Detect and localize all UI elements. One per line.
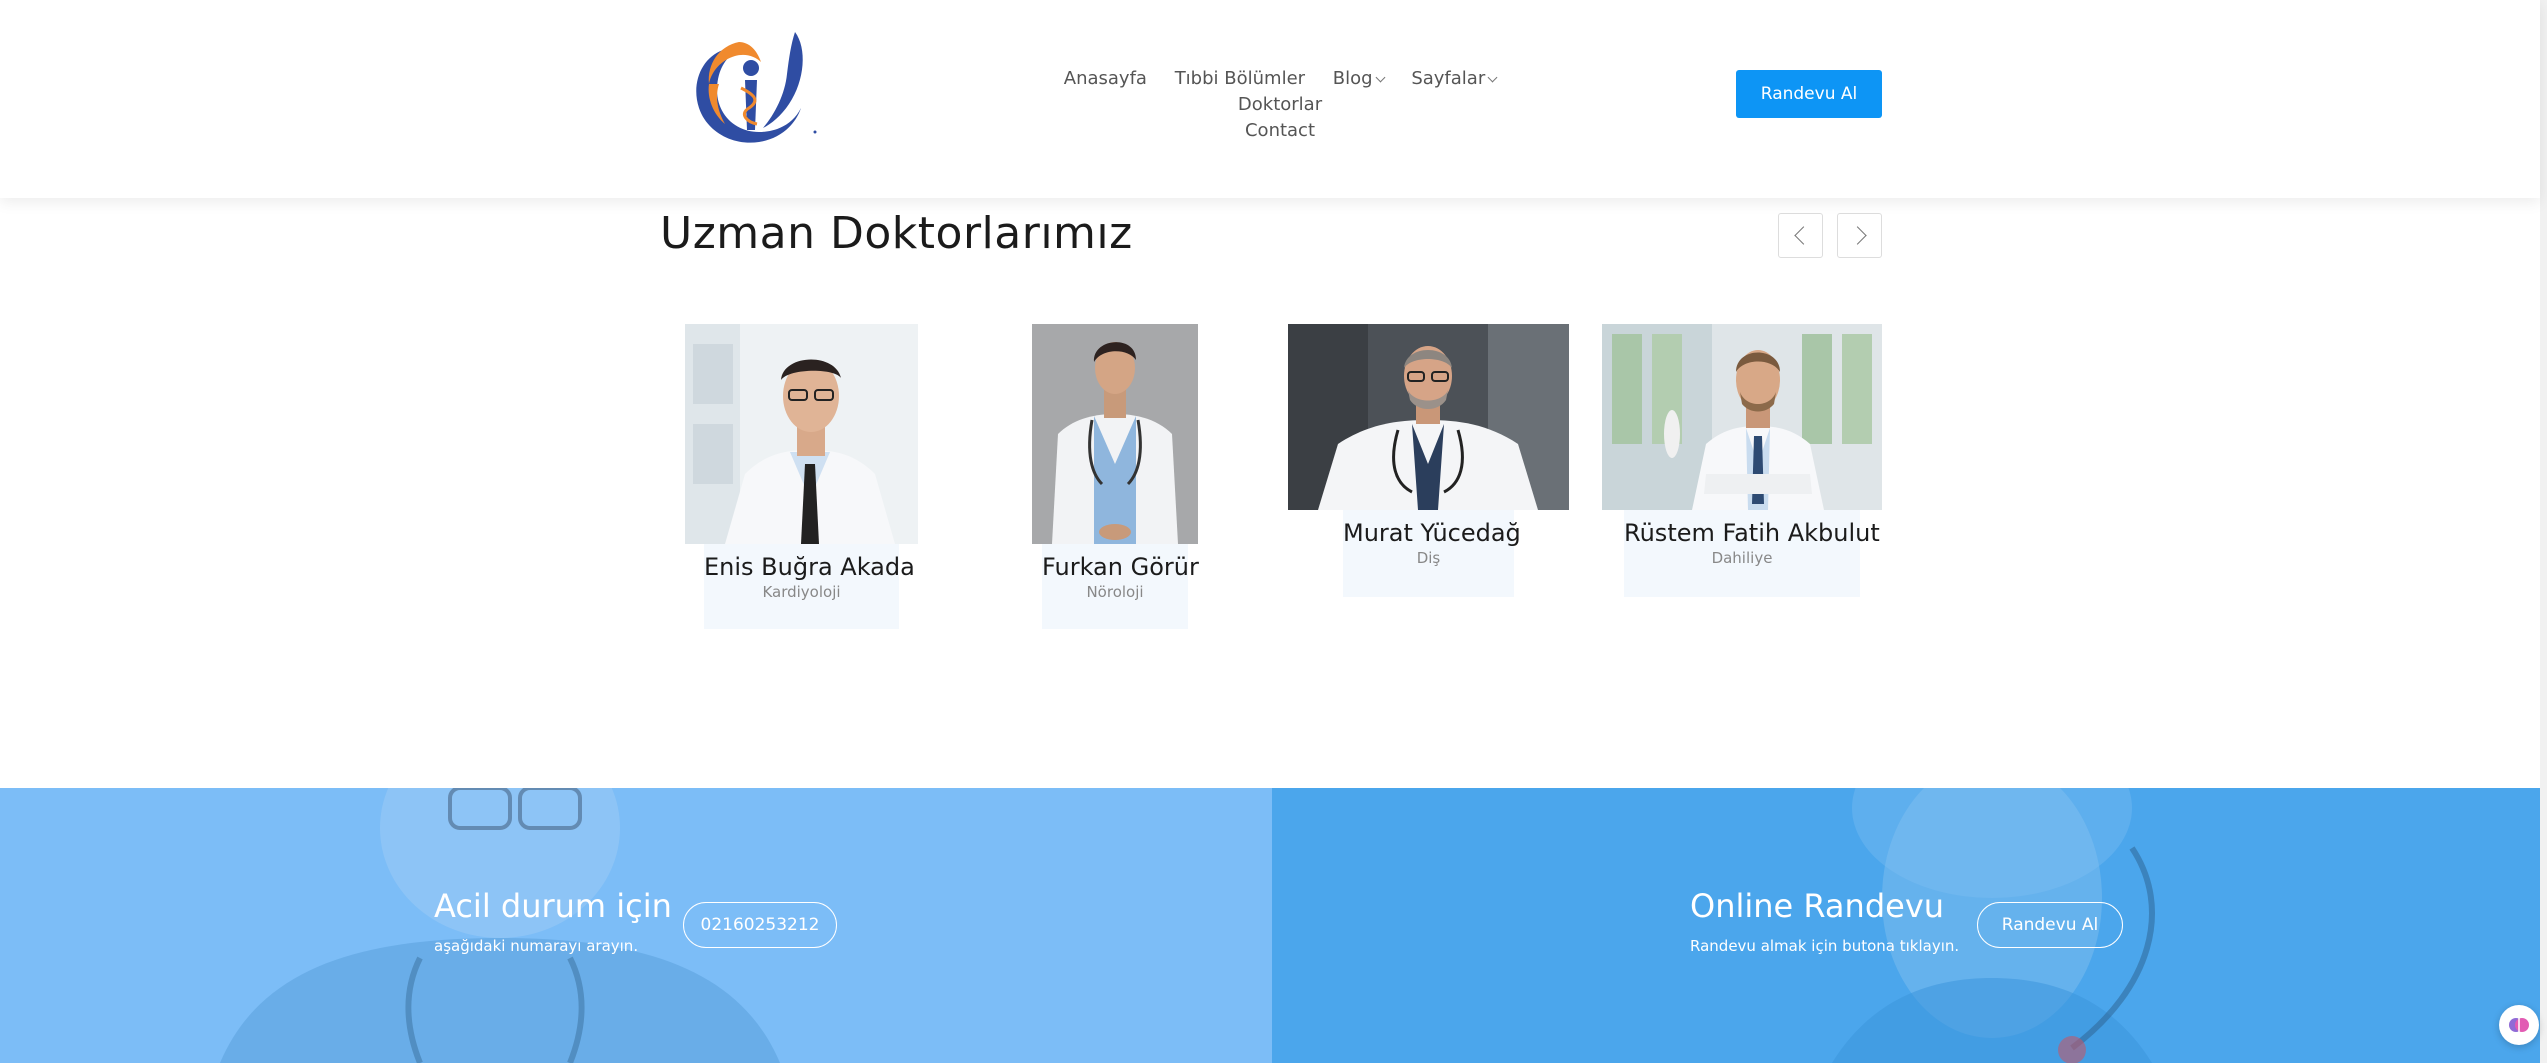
carousel-next-button[interactable] [1837,213,1882,258]
doctor-photo[interactable] [1032,324,1198,544]
section-title: Uzman Doktorlarımız [660,208,1133,259]
doctor-department: Nöroloji [1086,583,1144,601]
doctor-caption: Rüstem Fatih Akbulut Dahiliye [1624,510,1880,597]
emergency-title: Acil durum için [434,887,672,925]
doctor-name[interactable]: Enis Buğra Akada [704,544,915,582]
online-appointment-button[interactable]: Randevu Al [1977,902,2123,948]
doctor-caption: Murat Yücedağ Diş [1343,510,1521,597]
online-appointment-banner: Online Randevu Randevu almak için butona… [1272,788,2540,1063]
emergency-subtitle: aşağıdaki numarayı arayın. [434,937,639,955]
brain-icon[interactable] [2499,1005,2539,1045]
appointment-button[interactable]: Randevu Al [1736,70,1882,118]
doctor-photo[interactable] [1602,324,1882,510]
emergency-phone-button[interactable]: 02160253212 [683,902,837,948]
doctor-name[interactable]: Murat Yücedağ [1343,510,1521,548]
chevron-right-icon [1847,226,1867,245]
nav-item-blog[interactable]: Blog [1332,66,1386,92]
nav-item-label: Blog [1332,68,1373,89]
doctor-department: Dahiliye [1711,549,1773,567]
doctor-caption: Enis Buğra Akada Kardiyoloji [704,544,915,629]
page: Anasayfa Tıbbi Bölümler Blog Sayfalar Do… [0,0,2547,1063]
nav-item-contact[interactable]: Contact [1245,118,1315,144]
chevron-left-icon [1793,226,1813,245]
nav-item-label: Sayfalar [1411,68,1486,89]
doctor-photo[interactable] [685,324,918,544]
nav-item-label: Anasayfa [1063,68,1147,89]
doctor-department: Diş [1416,549,1441,567]
nurse-background-image [1832,788,2155,1063]
site-header: Anasayfa Tıbbi Bölümler Blog Sayfalar Do… [0,0,2540,198]
emergency-banner: Acil durum için aşağıdaki numarayı arayı… [0,788,1272,1063]
nav-item-doktorlar[interactable]: Doktorlar [1238,92,1322,118]
doctor-caption: Furkan Görür Nöroloji [1042,544,1199,629]
page-scrollbar[interactable] [2540,0,2547,1063]
hand-medical-logo[interactable] [683,28,818,163]
carousel-prev-button[interactable] [1778,213,1823,258]
online-appointment-subtitle: Randevu almak için butona tıklayın. [1690,937,1960,955]
chevron-down-icon [1375,72,1386,83]
main-nav: Anasayfa Tıbbi Bölümler Blog Sayfalar Do… [1000,66,1560,144]
nav-item-tibbi-bolumler[interactable]: Tıbbi Bölümler [1175,66,1305,92]
doctor-name[interactable]: Rüstem Fatih Akbulut [1624,510,1880,548]
doctor-name[interactable]: Furkan Görür [1042,544,1199,582]
nav-item-label: Contact [1244,120,1316,141]
online-appointment-title: Online Randevu [1690,887,1945,925]
nav-item-anasayfa[interactable]: Anasayfa [1064,66,1147,92]
doctor-department: Kardiyoloji [762,583,841,601]
nav-item-label: Doktorlar [1237,94,1323,115]
doctor-background-image [220,788,780,1063]
doctor-photo[interactable] [1288,324,1569,510]
nav-item-label: Tıbbi Bölümler [1174,68,1306,89]
chevron-down-icon [1487,72,1498,83]
nav-item-sayfalar[interactable]: Sayfalar [1411,66,1498,92]
